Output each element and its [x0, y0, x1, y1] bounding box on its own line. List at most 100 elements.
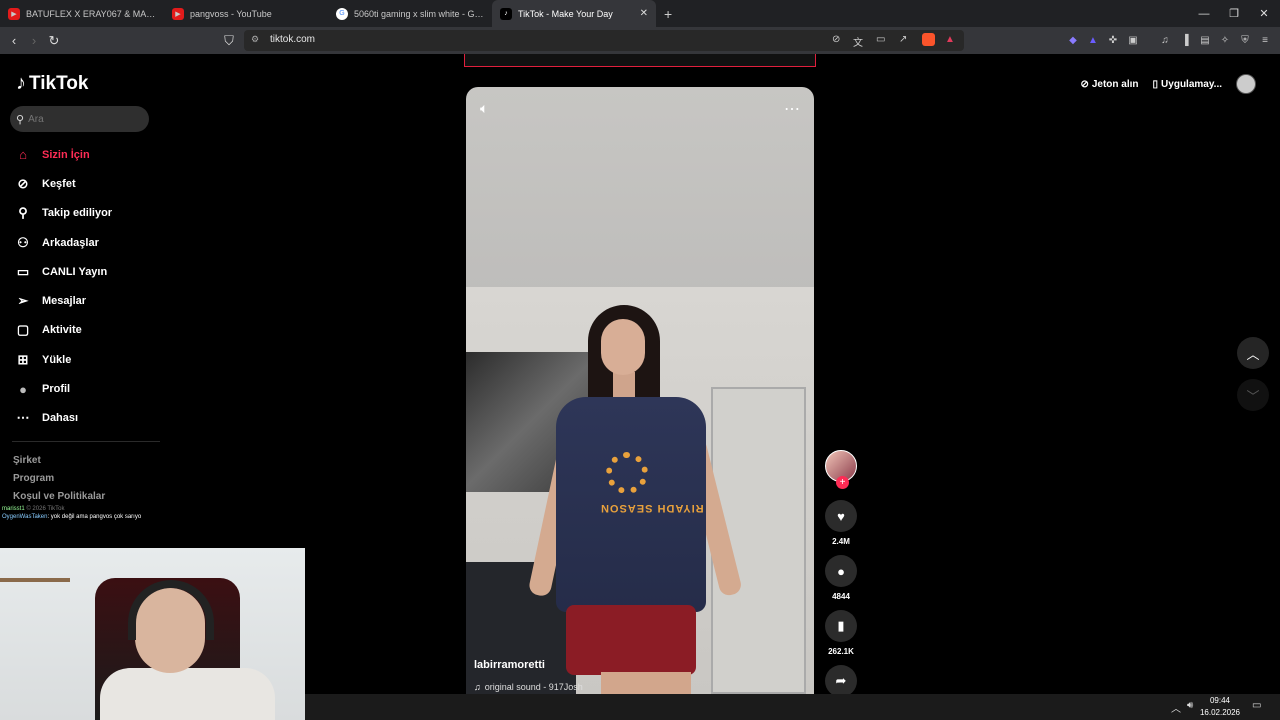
search-input[interactable]: [28, 113, 129, 125]
comment-icon[interactable]: ●: [825, 555, 857, 587]
close-window-icon[interactable]: ✕: [1249, 0, 1279, 27]
wallet-icon[interactable]: ▤: [1198, 33, 1212, 47]
sound-name: original sound - 917Josh: [484, 682, 583, 692]
sidebar-item-activity[interactable]: ▢ Aktivite: [14, 316, 112, 345]
follow-plus-icon[interactable]: +: [836, 476, 849, 489]
back-icon[interactable]: ‹: [4, 27, 24, 54]
scroll-up-button[interactable]: ︿: [1237, 337, 1269, 369]
video-author[interactable]: labirramoretti: [474, 659, 545, 671]
save-action[interactable]: ▮ 262.1K: [822, 610, 860, 657]
minimize-icon[interactable]: —: [1189, 0, 1219, 27]
extensions-icon[interactable]: ✜: [1106, 33, 1120, 47]
get-app-button[interactable]: ▯ Uygulamay...: [1153, 79, 1222, 90]
jersey-text: RIYADH SEASON: [600, 502, 704, 514]
sidebar-item-profile[interactable]: ● Profil: [14, 374, 112, 403]
bookmark-icon[interactable]: ⛉: [219, 27, 239, 54]
forward-icon[interactable]: ›: [24, 27, 44, 54]
friends-icon: ⚇: [17, 234, 29, 250]
browser-tab[interactable]: ▶ pangvoss - YouTube: [164, 0, 328, 27]
vpn-icon[interactable]: ▲: [1086, 33, 1100, 47]
translate-icon[interactable]: 文: [853, 34, 863, 49]
sidebar-item-label: Yükle: [42, 353, 72, 366]
close-tab-icon[interactable]: ✕: [640, 8, 648, 19]
scroll-down-button[interactable]: ﹀: [1237, 379, 1269, 411]
taskbar-clock[interactable]: 09:44 16.02.2026: [1198, 695, 1242, 719]
cast-icon[interactable]: ▭: [876, 34, 885, 45]
youtube-icon: ▶: [172, 7, 184, 20]
new-tab-icon[interactable]: +: [664, 6, 672, 22]
search-box[interactable]: ⚲: [10, 106, 149, 132]
video-player[interactable]: RIYADH SEASON 🔈︎ ⋯ labirramoretti ♫ orig…: [466, 87, 814, 694]
webcam-shirt: [100, 668, 275, 720]
comment-action[interactable]: ● 4844: [822, 555, 860, 602]
sidebar-toggle-icon[interactable]: ▐: [1178, 33, 1192, 47]
messages-icon: ➢: [17, 293, 29, 309]
tab-title: pangvoss - YouTube: [190, 8, 272, 19]
user-avatar[interactable]: [1236, 74, 1256, 94]
sidebar-item-friends[interactable]: ⚇ Arkadaşlar: [14, 228, 112, 257]
media-icon[interactable]: ♫: [1158, 33, 1172, 47]
volume-icon[interactable]: 🔈︎: [480, 100, 488, 117]
url-text: tiktok.com: [270, 34, 316, 45]
leo-icon[interactable]: ◆: [1066, 33, 1080, 47]
windows-taskbar: ︿ 🔊︎ ▭: [305, 694, 1280, 720]
tiktok-icon: ♪: [500, 7, 512, 20]
coin-icon: ⊘: [1080, 78, 1089, 90]
footer-link-program[interactable]: Program: [13, 470, 105, 488]
sidebar-item-for-you[interactable]: ⌂ Sizin İçin: [14, 140, 112, 169]
sidebar-item-label: Profil: [42, 383, 71, 396]
notification-icon[interactable]: ▭: [1252, 700, 1261, 711]
brave-rewards-icon[interactable]: ▲: [945, 34, 955, 45]
footer-link-terms[interactable]: Koşul ve Politikalar: [13, 488, 105, 506]
reload-icon[interactable]: ↻: [44, 27, 64, 54]
restore-icon[interactable]: ❐: [1219, 0, 1249, 27]
like-count: 2.4M: [832, 537, 850, 546]
more-options-icon[interactable]: ⋯: [784, 99, 800, 119]
browser-tab[interactable]: ▶ BATUFLEX X ERAY067 & MANSUR: [0, 0, 164, 27]
footer-link-company[interactable]: Şirket: [13, 452, 105, 470]
previous-video-card: [464, 54, 816, 67]
sidebar-item-upload[interactable]: ⊞ Yükle: [14, 345, 112, 374]
get-coins-button[interactable]: ⊘ Jeton alın: [1080, 79, 1138, 90]
site-info-icon[interactable]: ⚙: [251, 34, 259, 45]
heart-icon[interactable]: ♥: [825, 500, 857, 532]
following-icon: ⚲: [18, 205, 28, 221]
address-bar[interactable]: ⚙ tiktok.com ⊘ 文 ▭ ↗ ▲: [244, 30, 964, 51]
get-coins-label: Jeton alın: [1091, 78, 1139, 90]
tab-title: TikTok - Make Your Day: [518, 8, 613, 19]
tab-search-icon[interactable]: ▣: [1126, 33, 1140, 47]
webcam-overlay: [0, 548, 305, 720]
menu-icon[interactable]: ≡: [1258, 33, 1272, 47]
creator-avatar[interactable]: +: [825, 450, 857, 489]
sidebar-item-label: Keşfet: [42, 177, 76, 190]
browser-tab[interactable]: G 5060ti gaming x slim white - Google: [328, 0, 492, 27]
stream-chat-overlay: marisst1 © 2026 TikTok OygenWasTaken: yo…: [2, 506, 141, 520]
clock-date: 16.02.2026: [1199, 708, 1241, 717]
shield-icon[interactable]: ⛨: [1238, 33, 1252, 47]
bookmark-icon[interactable]: ▮: [825, 610, 857, 642]
music-note-icon: ♫: [474, 682, 481, 692]
tiktok-logo[interactable]: ♪ TikTok: [16, 72, 88, 95]
tray-chevron-icon[interactable]: ︿: [1171, 700, 1181, 715]
no-tracking-icon[interactable]: ⊘: [832, 34, 840, 45]
more-icon: ⋯: [16, 410, 30, 426]
sidebar-item-more[interactable]: ⋯ Dahası: [14, 404, 112, 433]
sidebar-item-live[interactable]: ▭ CANLI Yayın: [14, 257, 112, 286]
leo-ai-icon[interactable]: ✧: [1218, 33, 1232, 47]
jersey-logo: [606, 452, 648, 494]
tiktok-note-icon: ♪: [16, 72, 26, 94]
like-action[interactable]: ♥ 2.4M: [822, 500, 860, 547]
browser-tab-active[interactable]: ♪ TikTok - Make Your Day ✕: [492, 0, 656, 27]
video-sound[interactable]: ♫ original sound - 917Josh: [474, 682, 583, 692]
activity-icon: ▢: [16, 322, 30, 338]
sidebar-item-following[interactable]: ⚲ Takip ediliyor: [14, 199, 112, 228]
sidebar-item-explore[interactable]: ⊘ Keşfet: [14, 169, 112, 198]
sidebar-item-label: Arkadaşlar: [42, 236, 99, 249]
volume-tray-icon[interactable]: 🔊︎: [1187, 700, 1193, 711]
video-frame-shorts: [566, 605, 696, 675]
share-icon[interactable]: ↗: [899, 34, 907, 45]
share-arrow-icon[interactable]: ➦: [825, 665, 857, 697]
brave-shield-icon[interactable]: [922, 33, 935, 46]
share-action[interactable]: ➦: [822, 665, 860, 697]
sidebar-item-messages[interactable]: ➢ Mesajlar: [14, 286, 112, 315]
